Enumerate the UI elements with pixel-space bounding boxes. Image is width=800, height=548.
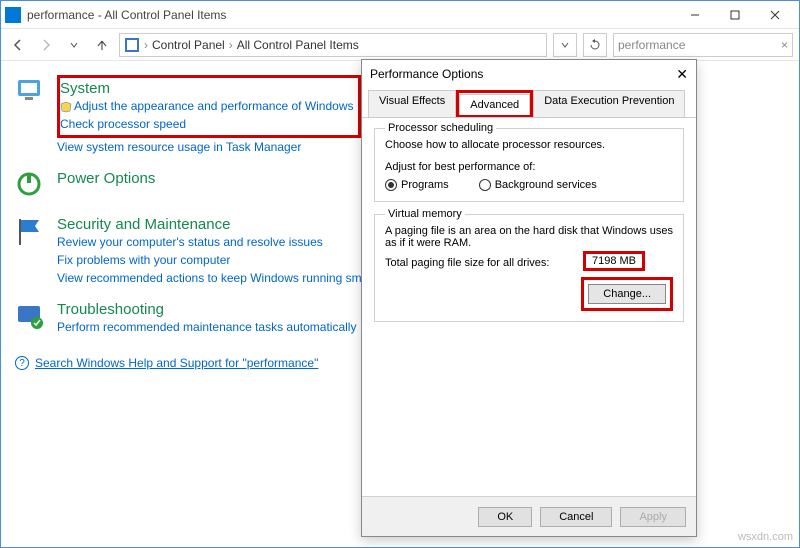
forward-button[interactable]	[35, 34, 57, 56]
search-value: performance	[618, 38, 685, 52]
radio-dot-icon	[479, 179, 491, 191]
address-bar[interactable]: › Control Panel › All Control Panel Item…	[119, 33, 547, 57]
control-panel-icon	[124, 37, 140, 53]
vm-total-label: Total paging file size for all drives:	[385, 257, 549, 269]
link-adjust-appearance[interactable]: Adjust the appearance and performance of…	[74, 99, 354, 113]
security-title[interactable]: Security and Maintenance	[57, 216, 394, 233]
highlight-system: System Adjust the appearance and perform…	[57, 75, 361, 138]
recent-button[interactable]	[63, 34, 85, 56]
proc-desc: Choose how to allocate processor resourc…	[385, 139, 673, 151]
dialog-footer: OK Cancel Apply	[362, 496, 696, 536]
highlight-change-button: Change...	[581, 277, 673, 311]
group-virtual-memory: Virtual memory A paging file is an area …	[374, 214, 684, 322]
link-check-processor[interactable]: Check processor speed	[60, 115, 354, 133]
window-title: performance - All Control Panel Items	[27, 8, 675, 22]
system-title[interactable]: System	[60, 80, 354, 97]
refresh-button[interactable]	[583, 33, 607, 57]
link-review-status[interactable]: Review your computer's status and resolv…	[57, 233, 394, 251]
power-icon	[15, 170, 47, 202]
navbar: › Control Panel › All Control Panel Item…	[1, 29, 799, 61]
chevron-right-icon: ›	[229, 38, 233, 52]
maximize-button[interactable]	[715, 2, 755, 28]
clear-search-icon[interactable]: ×	[781, 38, 788, 52]
highlight-advanced-tab: Advanced	[456, 90, 533, 117]
up-button[interactable]	[91, 34, 113, 56]
radio-programs-label: Programs	[401, 179, 449, 191]
apply-button[interactable]: Apply	[620, 507, 686, 527]
flag-icon	[15, 216, 47, 248]
vm-legend: Virtual memory	[385, 208, 465, 220]
close-button[interactable]	[755, 2, 795, 28]
search-input[interactable]: performance ×	[613, 33, 793, 57]
vm-total-value: 7198 MB	[583, 251, 645, 271]
breadcrumb-root[interactable]: Control Panel	[152, 38, 225, 52]
tab-advanced[interactable]: Advanced	[459, 94, 530, 115]
vm-desc: A paging file is an area on the hard dis…	[385, 225, 673, 249]
link-fix-problems[interactable]: Fix problems with your computer	[57, 251, 394, 269]
tab-visual-effects[interactable]: Visual Effects	[368, 90, 456, 117]
titlebar: performance - All Control Panel Items	[1, 1, 799, 29]
proc-legend: Processor scheduling	[385, 122, 496, 134]
performance-options-dialog: Performance Options ✕ Visual Effects Adv…	[361, 59, 697, 537]
chevron-right-icon: ›	[144, 38, 148, 52]
radio-dot-icon	[385, 179, 397, 191]
dialog-title: Performance Options	[370, 67, 483, 81]
minimize-button[interactable]	[675, 2, 715, 28]
shield-icon	[60, 101, 72, 113]
control-panel-window: performance - All Control Panel Items › …	[0, 0, 800, 548]
dialog-titlebar: Performance Options ✕	[362, 60, 696, 88]
dialog-body: Processor scheduling Choose how to alloc…	[362, 118, 696, 344]
dialog-tabs: Visual Effects Advanced Data Execution P…	[362, 90, 696, 118]
help-link[interactable]: Search Windows Help and Support for "per…	[35, 356, 318, 370]
dialog-close-button[interactable]: ✕	[676, 66, 688, 83]
proc-adjust-label: Adjust for best performance of:	[385, 161, 673, 173]
link-task-manager[interactable]: View system resource usage in Task Manag…	[57, 138, 361, 156]
back-button[interactable]	[7, 34, 29, 56]
radio-programs[interactable]: Programs	[385, 179, 449, 191]
troubleshoot-icon	[15, 301, 47, 333]
power-title[interactable]: Power Options	[57, 170, 155, 187]
change-button[interactable]: Change...	[588, 284, 666, 304]
watermark: wsxdn.com	[738, 531, 793, 543]
tab-dep[interactable]: Data Execution Prevention	[533, 90, 685, 117]
ok-button[interactable]: OK	[478, 507, 532, 527]
cancel-button[interactable]: Cancel	[540, 507, 612, 527]
help-icon: ?	[15, 356, 29, 370]
radio-background[interactable]: Background services	[479, 179, 597, 191]
app-icon	[5, 7, 21, 23]
group-processor-scheduling: Processor scheduling Choose how to alloc…	[374, 128, 684, 202]
breadcrumb-child[interactable]: All Control Panel Items	[237, 38, 359, 52]
system-icon	[15, 75, 47, 107]
link-recommended-actions[interactable]: View recommended actions to keep Windows…	[57, 269, 394, 287]
radio-background-label: Background services	[495, 179, 597, 191]
link-maintenance[interactable]: Perform recommended maintenance tasks au…	[57, 318, 356, 336]
address-dropdown[interactable]	[553, 33, 577, 57]
trouble-title[interactable]: Troubleshooting	[57, 301, 356, 318]
